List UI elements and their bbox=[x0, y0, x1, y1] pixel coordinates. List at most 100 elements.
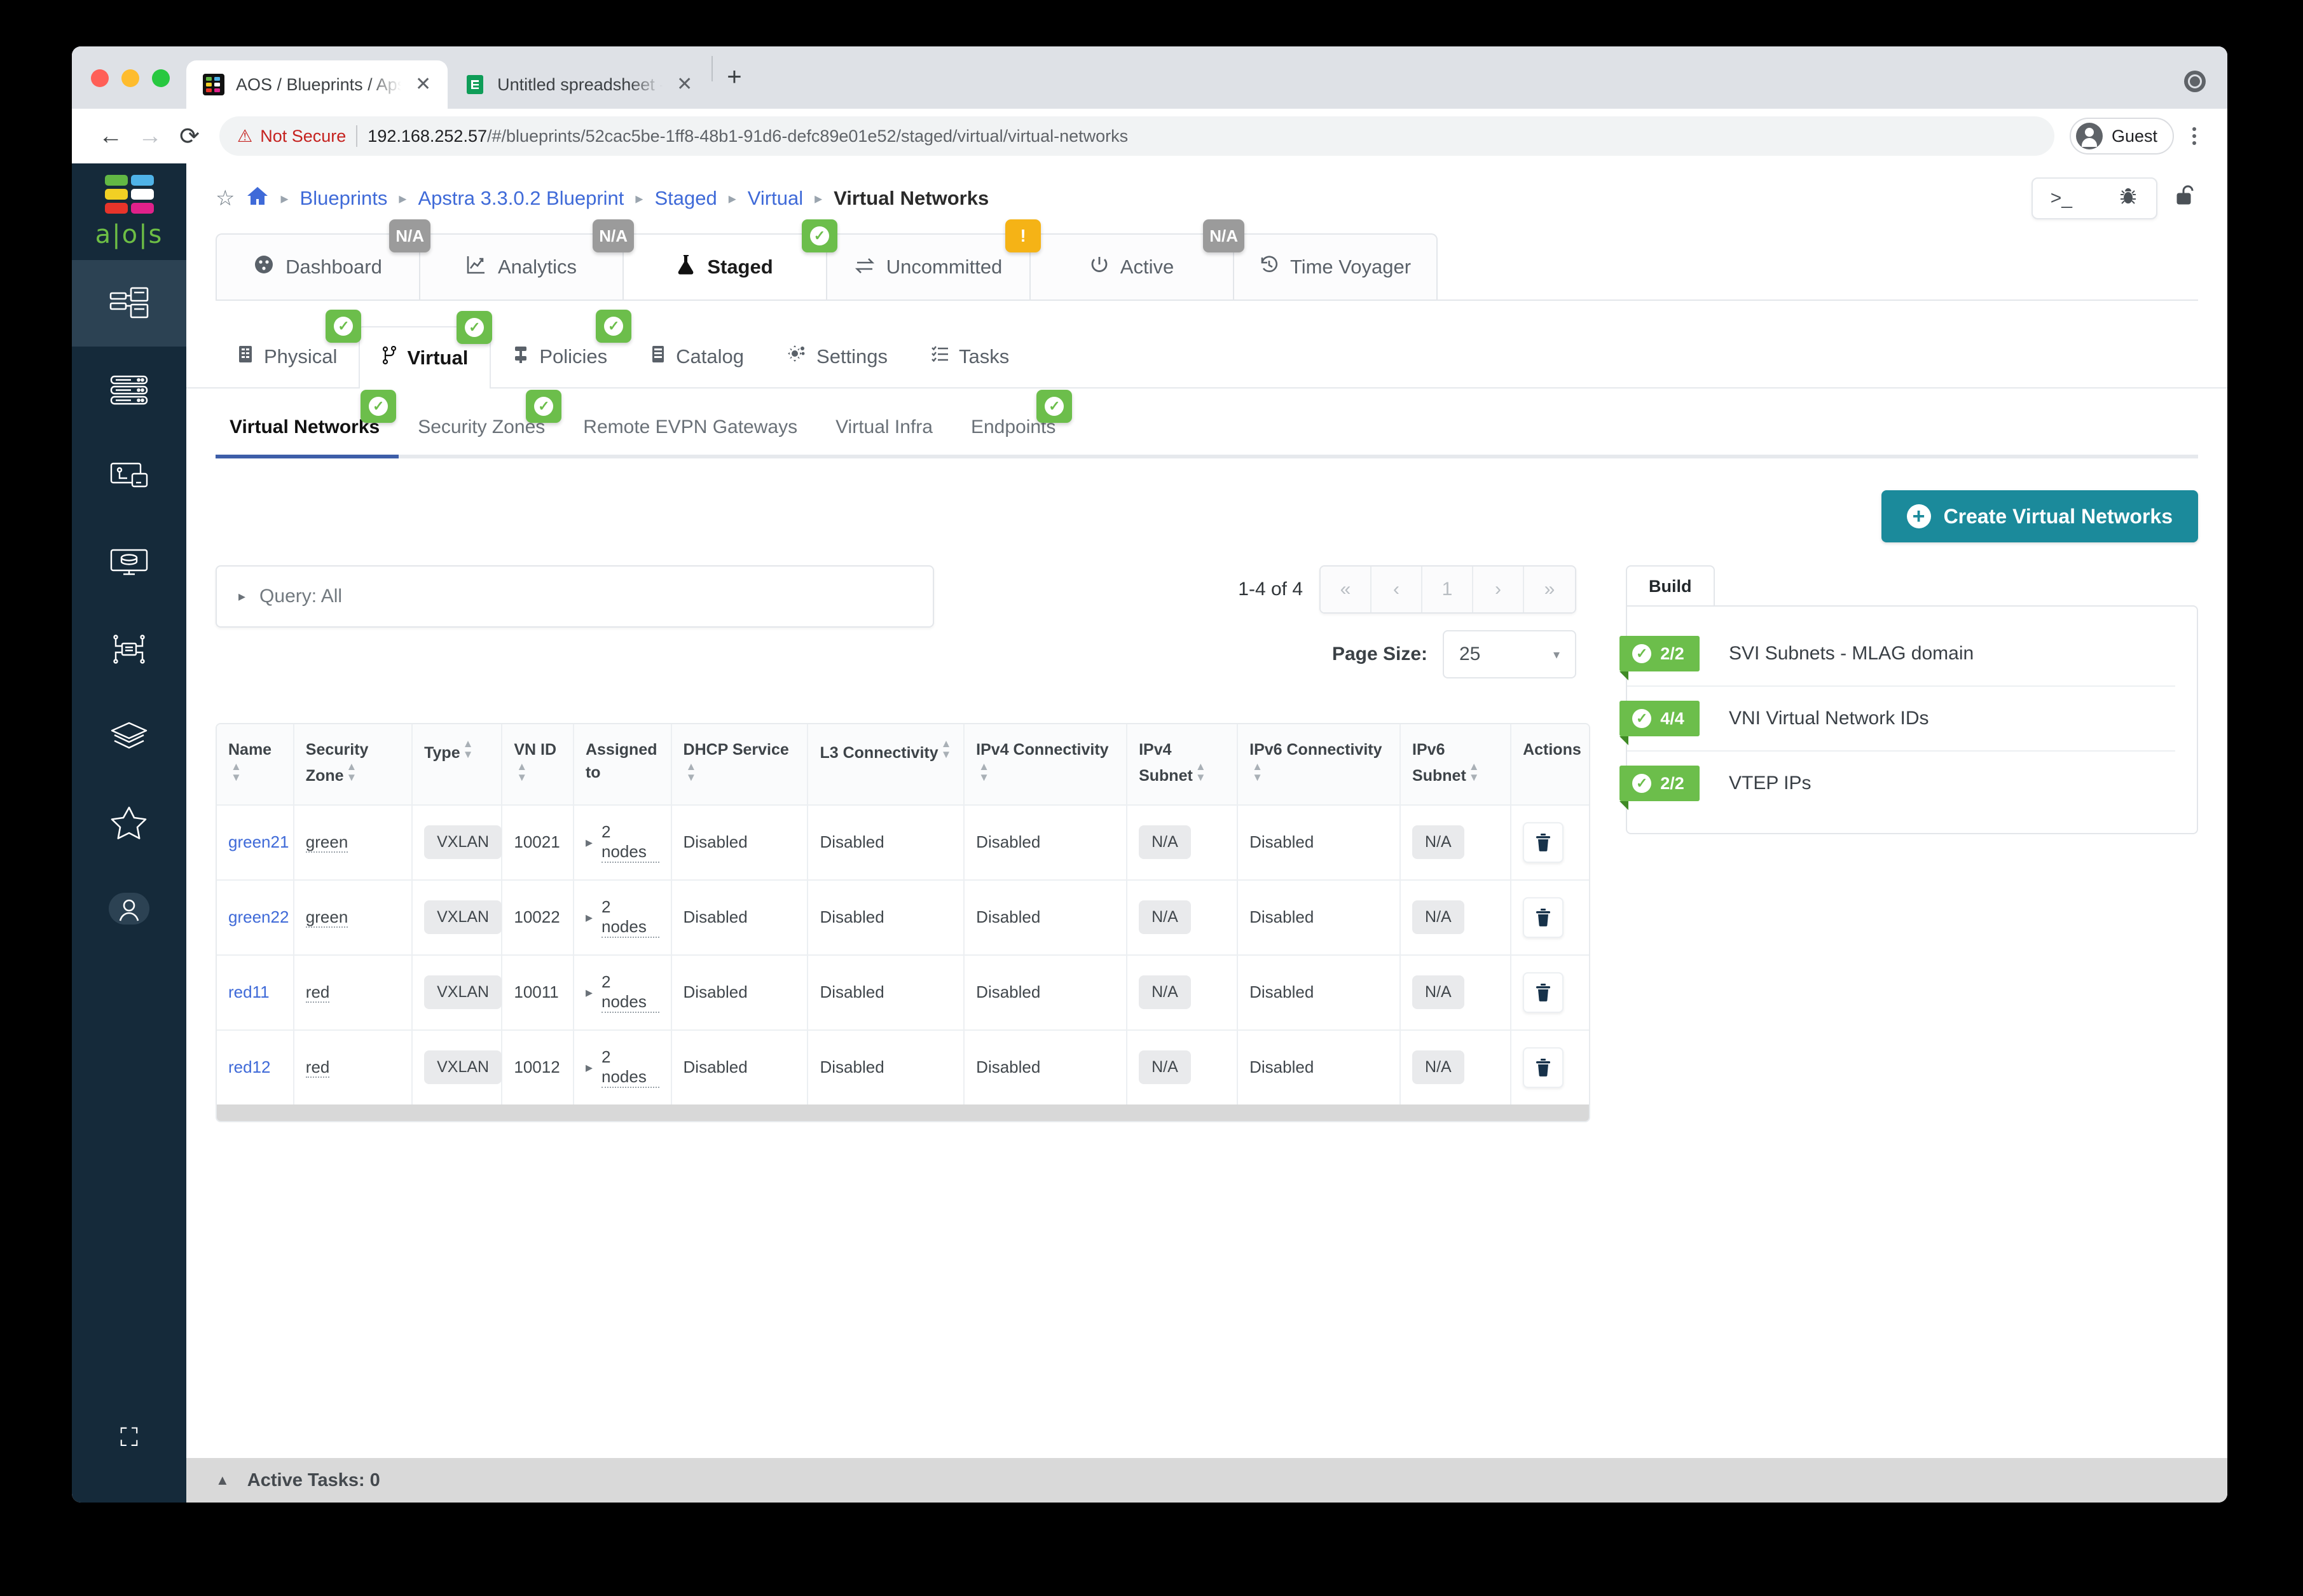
unlock-icon[interactable] bbox=[2174, 183, 2198, 214]
tab-virtual[interactable]: Virtual ✓ bbox=[359, 311, 493, 389]
new-tab-button[interactable]: + bbox=[713, 64, 760, 109]
address-bar[interactable]: ⚠ Not Secure 192.168.252.57/#/blueprints… bbox=[219, 116, 2054, 156]
first-page-button[interactable]: « bbox=[1321, 567, 1371, 612]
browser-tab-sheets[interactable]: Untitled spreadsheet - Google ✕ bbox=[448, 60, 709, 109]
delete-row-button[interactable] bbox=[1523, 822, 1564, 863]
vn-name-link[interactable]: red11 bbox=[228, 982, 270, 1001]
sort-icon[interactable]: ▲ ▼ bbox=[941, 738, 952, 760]
sort-icon[interactable]: ▲ ▼ bbox=[231, 761, 242, 783]
expand-caret-icon[interactable]: ▸ bbox=[586, 984, 593, 1001]
console-icon[interactable]: >_ bbox=[2039, 188, 2084, 209]
page-number[interactable]: 1 bbox=[1422, 567, 1473, 612]
favorite-star-icon[interactable]: ☆ bbox=[216, 186, 235, 211]
col-dhcp-service[interactable]: DHCP Service ▲ ▼ bbox=[671, 724, 809, 806]
tab-remote-evpn-gateways[interactable]: Remote EVPN Gateways bbox=[564, 416, 816, 455]
sidebar-item-user[interactable] bbox=[72, 865, 186, 952]
sort-icon[interactable]: ▲ ▼ bbox=[1195, 761, 1206, 783]
collapse-caret-icon[interactable]: ▲ bbox=[216, 1472, 230, 1489]
sidebar-item-design[interactable] bbox=[72, 433, 186, 519]
assigned-nodes-link[interactable]: 2 nodes bbox=[602, 972, 659, 1013]
tab-endpoints[interactable]: Endpoints ✓ bbox=[952, 390, 1075, 455]
sort-icon[interactable]: ▲ ▼ bbox=[347, 761, 357, 783]
tab-staged[interactable]: Staged ✓ bbox=[622, 219, 837, 299]
vn-name-link[interactable]: green21 bbox=[228, 832, 289, 851]
col-ipv6-subnet[interactable]: IPv6 Subnet ▲ ▼ bbox=[1400, 724, 1512, 806]
security-zone-link[interactable]: red bbox=[305, 982, 330, 1003]
forward-button[interactable]: → bbox=[130, 116, 170, 156]
status-bar[interactable]: ▲ Active Tasks: 0 bbox=[186, 1458, 2227, 1503]
col-type[interactable]: Type ▲ ▼ bbox=[412, 724, 503, 806]
sort-icon[interactable]: ▲ ▼ bbox=[979, 761, 989, 783]
breadcrumb-item-blueprints[interactable]: Blueprints bbox=[300, 187, 388, 210]
assigned-nodes-link[interactable]: 2 nodes bbox=[602, 1047, 659, 1088]
tab-policies[interactable]: Policies ✓ bbox=[491, 310, 632, 387]
col-ipv4-subnet[interactable]: IPv4 Subnet ▲ ▼ bbox=[1127, 724, 1239, 806]
next-page-button[interactable]: › bbox=[1473, 567, 1524, 612]
home-icon[interactable] bbox=[246, 186, 269, 212]
assigned-nodes-link[interactable]: 2 nodes bbox=[602, 822, 659, 863]
col-l3-connectivity[interactable]: L3 Connectivity ▲ ▼ bbox=[808, 724, 965, 806]
sort-icon[interactable]: ▲ ▼ bbox=[463, 738, 474, 760]
breadcrumb-item-blueprint-name[interactable]: Apstra 3.3.0.2 Blueprint bbox=[418, 187, 624, 210]
sort-icon[interactable]: ▲ ▼ bbox=[1469, 761, 1480, 783]
vn-name-link[interactable]: green22 bbox=[228, 907, 289, 926]
create-virtual-networks-button[interactable]: + Create Virtual Networks bbox=[1881, 490, 2198, 542]
browser-menu-icon[interactable] bbox=[2180, 127, 2208, 145]
reload-button[interactable]: ⟳ bbox=[170, 116, 209, 156]
sort-icon[interactable]: ▲ ▼ bbox=[686, 761, 697, 783]
close-window-button[interactable] bbox=[91, 69, 109, 87]
browser-tab-aos[interactable]: AOS / Blueprints / Apstra 3.3.0 ✕ bbox=[186, 60, 448, 109]
col-ipv6-connectivity[interactable]: IPv6 Connectivity ▲ ▼ bbox=[1237, 724, 1401, 806]
bug-icon[interactable] bbox=[2107, 186, 2150, 211]
delete-row-button[interactable] bbox=[1523, 972, 1564, 1013]
col-ipv4-connectivity[interactable]: IPv4 Connectivity ▲ ▼ bbox=[964, 724, 1128, 806]
sidebar-item-favorites[interactable] bbox=[72, 779, 186, 865]
tab-virtual-networks[interactable]: Virtual Networks ✓ bbox=[216, 390, 399, 458]
horizontal-scrollbar[interactable] bbox=[217, 1104, 1589, 1121]
sidebar-item-platform[interactable] bbox=[72, 692, 186, 779]
not-secure-indicator[interactable]: ⚠ Not Secure bbox=[237, 127, 346, 146]
build-item[interactable]: ✓ 4/4 VNI Virtual Network IDs bbox=[1619, 685, 2175, 750]
minimize-window-button[interactable] bbox=[121, 69, 139, 87]
table-row[interactable]: green21 green VXLAN 10021 ▸ 2 nodes Disab… bbox=[217, 804, 1589, 881]
tab-settings[interactable]: Settings bbox=[766, 326, 909, 387]
sort-icon[interactable]: ▲ ▼ bbox=[516, 761, 527, 783]
window-menu-icon[interactable] bbox=[2184, 71, 2206, 92]
tab-dashboard[interactable]: Dashboard N/A bbox=[216, 219, 430, 299]
tab-uncommitted[interactable]: Uncommitted ! bbox=[826, 219, 1041, 299]
expand-caret-icon[interactable]: ▸ bbox=[586, 1059, 593, 1076]
tab-catalog[interactable]: Catalog bbox=[629, 326, 766, 387]
close-tab-icon[interactable]: ✕ bbox=[413, 75, 434, 94]
security-zone-link[interactable]: red bbox=[305, 1057, 330, 1078]
expand-caret-icon[interactable]: ▸ bbox=[586, 834, 593, 851]
vn-name-link[interactable]: red12 bbox=[228, 1057, 271, 1077]
page-size-dropdown[interactable]: 25 ▾ bbox=[1443, 630, 1576, 678]
sidebar-item-resources[interactable] bbox=[72, 519, 186, 606]
table-row[interactable]: green22 green VXLAN 10022 ▸ 2 nodes Disab… bbox=[217, 879, 1589, 956]
query-filter-input[interactable]: ▸ Query: All bbox=[216, 565, 934, 628]
prev-page-button[interactable]: ‹ bbox=[1371, 567, 1422, 612]
maximize-window-button[interactable] bbox=[152, 69, 170, 87]
tab-analytics[interactable]: Analytics N/A bbox=[419, 219, 634, 299]
table-row[interactable]: red11 red VXLAN 10011 ▸ 2 nodes Disabled … bbox=[217, 954, 1589, 1031]
tab-physical[interactable]: Physical ✓ bbox=[216, 310, 362, 387]
expand-caret-icon[interactable]: ▸ bbox=[586, 909, 593, 926]
tab-active[interactable]: Active N/A bbox=[1029, 219, 1244, 299]
sidebar-item-devices[interactable] bbox=[72, 347, 186, 433]
build-item[interactable]: ✓ 2/2 SVI Subnets - MLAG domain bbox=[1619, 622, 2175, 685]
back-button[interactable]: ← bbox=[91, 116, 130, 156]
aos-logo[interactable]: a|o|s bbox=[95, 163, 163, 260]
tab-time-voyager[interactable]: Time Voyager bbox=[1233, 233, 1438, 299]
delete-row-button[interactable] bbox=[1523, 1047, 1564, 1088]
delete-row-button[interactable] bbox=[1523, 897, 1564, 938]
col-security-zone[interactable]: Security Zone ▲ ▼ bbox=[293, 724, 413, 806]
close-tab-icon[interactable]: ✕ bbox=[674, 75, 695, 94]
tab-virtual-infra[interactable]: Virtual Infra bbox=[816, 416, 952, 455]
security-zone-link[interactable]: green bbox=[305, 907, 348, 928]
build-item[interactable]: ✓ 2/2 VTEP IPs bbox=[1619, 750, 2175, 815]
assigned-nodes-link[interactable]: 2 nodes bbox=[602, 897, 659, 938]
col-name[interactable]: Name ▲ ▼ bbox=[217, 724, 294, 806]
breadcrumb-item-virtual[interactable]: Virtual bbox=[748, 187, 803, 210]
tab-build[interactable]: Build bbox=[1626, 565, 1715, 607]
sort-icon[interactable]: ▲ ▼ bbox=[1252, 761, 1263, 783]
